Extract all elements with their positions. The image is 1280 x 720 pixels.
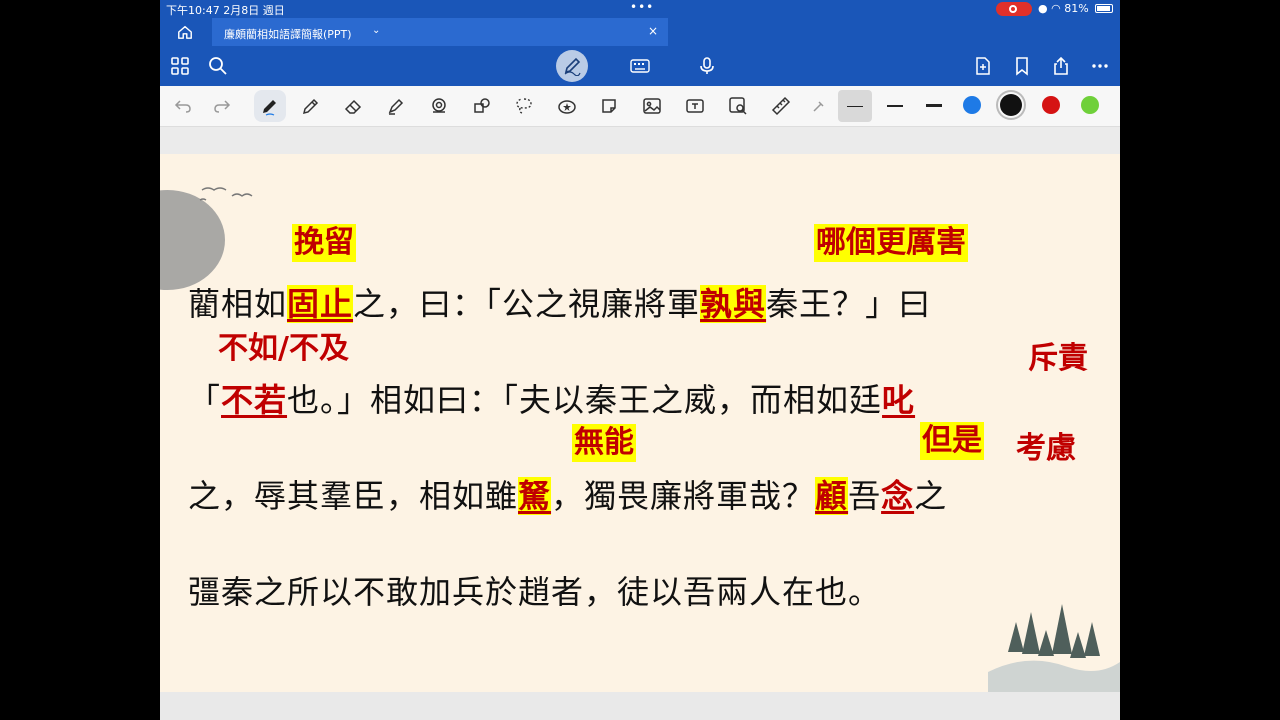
color-swatch-black-selected[interactable]	[1000, 94, 1022, 116]
wifi-icon: ● ◠	[1038, 2, 1061, 15]
slide[interactable]: 藺相如固止之，曰：「公之視廉將軍孰與秦王？」曰 「不若也。」相如曰：「夫以秦王之…	[160, 154, 1120, 692]
text-line-4: 彊秦之所以不敢加兵於趙者，徒以吾兩人在也。	[188, 573, 882, 611]
color-swatch-green[interactable]	[1081, 96, 1099, 114]
note-chize: 斥責	[1028, 341, 1088, 376]
shapes-icon[interactable]	[471, 95, 493, 117]
line2-text-a: 「	[188, 381, 222, 419]
trees-decoration	[988, 604, 1120, 692]
ruler-icon[interactable]	[770, 95, 792, 117]
line1-text-e: 秦王？」曰	[766, 285, 932, 323]
highlight-guzhi: 固止	[287, 285, 354, 323]
stroke-thick[interactable]	[926, 104, 942, 107]
undo-icon[interactable]	[172, 95, 194, 117]
pencil-icon[interactable]	[300, 95, 322, 117]
ipad-screen: 下午10:47 2月8日 週日 ••• ● ◠ 81% 廉頗藺相如語譯簡報(PP…	[160, 0, 1120, 720]
underline-nian: 念	[881, 477, 915, 515]
sticker-icon[interactable]	[556, 95, 578, 117]
stroke-thin	[847, 106, 863, 107]
line1-text-c: 之，曰：「公之視廉將軍	[353, 285, 701, 323]
pen-icon[interactable]	[259, 95, 281, 117]
status-bar: 下午10:47 2月8日 週日 ••• ● ◠ 81%	[160, 0, 1120, 18]
line3-text-g: 之	[914, 477, 948, 515]
redo-icon[interactable]	[211, 95, 233, 117]
note-wanliu: 挽留	[292, 224, 356, 262]
highlight-shuyu: 孰與	[700, 285, 767, 323]
main-toolbar	[160, 46, 1120, 86]
pen-mode-icon[interactable]	[556, 50, 588, 82]
line1-text-a: 藺相如	[188, 285, 288, 323]
stroke-medium[interactable]	[887, 105, 903, 107]
close-icon[interactable]: ×	[648, 24, 658, 38]
image-icon[interactable]	[641, 95, 663, 117]
share-icon[interactable]	[1049, 54, 1073, 78]
line3-text-a: 之，辱其羣臣，相如雖	[188, 477, 519, 515]
line2-text-c: 也。」相如曰：「夫以秦王之威，而相如廷	[287, 381, 883, 419]
search-icon[interactable]	[206, 54, 230, 78]
highlighter-icon[interactable]	[385, 95, 407, 117]
grid-icon[interactable]	[168, 54, 192, 78]
status-time-date: 下午10:47 2月8日 週日	[166, 4, 285, 17]
lasso-icon[interactable]	[428, 95, 450, 117]
text-box-icon[interactable]	[684, 95, 706, 117]
line3-text-c: ，獨畏廉將軍哉？	[551, 477, 816, 515]
note-nage: 哪個更厲害	[814, 224, 968, 262]
sticky-note-icon[interactable]	[598, 95, 620, 117]
highlight-gu: 顧	[815, 477, 849, 515]
lasso-select-icon[interactable]	[513, 95, 535, 117]
color-swatch-blue[interactable]	[963, 96, 981, 114]
document-tab[interactable]: 廉頗藺相如語譯簡報(PPT) ⌄ ×	[212, 18, 668, 46]
battery-percent: 81%	[1064, 2, 1089, 15]
add-page-icon[interactable]	[971, 54, 995, 78]
laser-icon[interactable]	[808, 95, 830, 117]
birds-decoration	[199, 187, 253, 201]
battery-icon	[1095, 4, 1113, 13]
drawing-toolbar	[160, 86, 1120, 127]
microphone-icon[interactable]	[695, 54, 719, 78]
home-icon[interactable]	[176, 24, 196, 42]
note-wuneng: 無能	[572, 424, 636, 462]
highlight-nu: 駑	[518, 477, 552, 515]
underline-buruo: 不若	[221, 381, 288, 419]
text-line-2: 「不若也。」相如曰：「夫以秦王之威，而相如廷叱	[188, 380, 915, 420]
image-search-icon[interactable]	[727, 95, 749, 117]
eraser-icon[interactable]	[342, 95, 364, 117]
text-line-3: 之，辱其羣臣，相如雖駑，獨畏廉將軍哉？顧吾念之	[188, 476, 947, 516]
note-danshi: 但是	[920, 422, 984, 460]
tab-bar: 廉頗藺相如語譯簡報(PPT) ⌄ ×	[160, 18, 1120, 46]
screen-recording-icon[interactable]	[996, 2, 1032, 16]
color-swatch-red[interactable]	[1042, 96, 1060, 114]
note-kaolu: 考慮	[1016, 431, 1076, 466]
keyboard-icon[interactable]	[628, 54, 652, 78]
underline-chi: 叱	[882, 381, 916, 419]
multitasking-dots-icon[interactable]: •••	[630, 0, 654, 14]
document-tab-title: 廉頗藺相如語譯簡報(PPT)	[224, 28, 352, 41]
more-icon[interactable]	[1088, 54, 1112, 78]
slide-canvas: 藺相如固止之，曰：「公之視廉將軍孰與秦王？」曰 「不若也。」相如曰：「夫以秦王之…	[160, 127, 1120, 720]
line3-text-e: 吾	[848, 477, 882, 515]
note-buru: 不如/不及	[218, 331, 349, 366]
canvas-bottom	[160, 692, 1120, 720]
status-right: ● ◠ 81%	[1038, 2, 1089, 15]
bookmark-icon[interactable]	[1010, 54, 1034, 78]
text-line-1: 藺相如固止之，曰：「公之視廉將軍孰與秦王？」曰	[188, 284, 931, 324]
chevron-down-icon[interactable]: ⌄	[372, 25, 380, 36]
